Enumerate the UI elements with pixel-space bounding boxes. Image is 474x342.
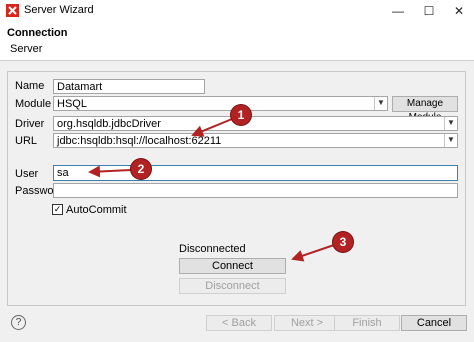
chevron-down-icon[interactable]: ▼: [374, 97, 387, 110]
autocommit-label: AutoCommit: [66, 204, 127, 216]
chevron-down-icon[interactable]: ▼: [444, 134, 457, 147]
check-icon: ✓: [53, 204, 62, 214]
autocommit-checkbox[interactable]: ✓: [52, 204, 63, 215]
wizard-header: Connection Server: [0, 22, 474, 61]
connection-status: Disconnected: [179, 243, 246, 255]
callout-badge-3: 3: [333, 232, 353, 252]
callout-badge-1: 1: [231, 105, 251, 125]
next-button[interactable]: Next >: [274, 315, 340, 331]
disconnect-button[interactable]: Disconnect: [179, 278, 286, 294]
title-bar: Server Wizard — ☐ ✕: [0, 0, 474, 22]
module-label: Module: [15, 98, 52, 110]
page-subtitle: Server: [10, 43, 43, 55]
help-icon[interactable]: ?: [11, 315, 26, 330]
maximize-button[interactable]: ☐: [414, 0, 444, 22]
user-label: User: [15, 168, 39, 180]
user-field[interactable]: sa: [53, 165, 458, 181]
connect-button[interactable]: Connect: [179, 258, 286, 274]
module-select[interactable]: HSQL ▼: [53, 96, 388, 111]
back-button[interactable]: < Back: [206, 315, 272, 331]
callout-badge-2: 2: [131, 159, 151, 179]
close-button[interactable]: ✕: [444, 0, 474, 22]
window-title: Server Wizard: [24, 4, 94, 16]
name-field[interactable]: Datamart: [53, 79, 205, 94]
module-value: HSQL: [57, 98, 87, 110]
name-label: Name: [15, 80, 45, 92]
page-title: Connection: [7, 27, 68, 39]
driver-select[interactable]: org.hsqldb.jdbcDriver ▼: [53, 116, 458, 131]
chevron-down-icon[interactable]: ▼: [444, 117, 457, 130]
driver-value: org.hsqldb.jdbcDriver: [57, 118, 161, 130]
cancel-button[interactable]: Cancel: [401, 315, 467, 331]
url-select[interactable]: jdbc:hsqldb:hsql://localhost:62211 ▼: [53, 133, 458, 148]
url-value: jdbc:hsqldb:hsql://localhost:62211: [57, 135, 222, 147]
finish-button[interactable]: Finish: [334, 315, 400, 331]
url-label: URL: [15, 135, 38, 147]
password-field[interactable]: [53, 183, 458, 198]
manage-module-button[interactable]: Manage Module: [392, 96, 458, 123]
driver-label: Driver: [15, 118, 45, 130]
minimize-button[interactable]: —: [383, 0, 413, 22]
app-icon: [6, 4, 19, 17]
